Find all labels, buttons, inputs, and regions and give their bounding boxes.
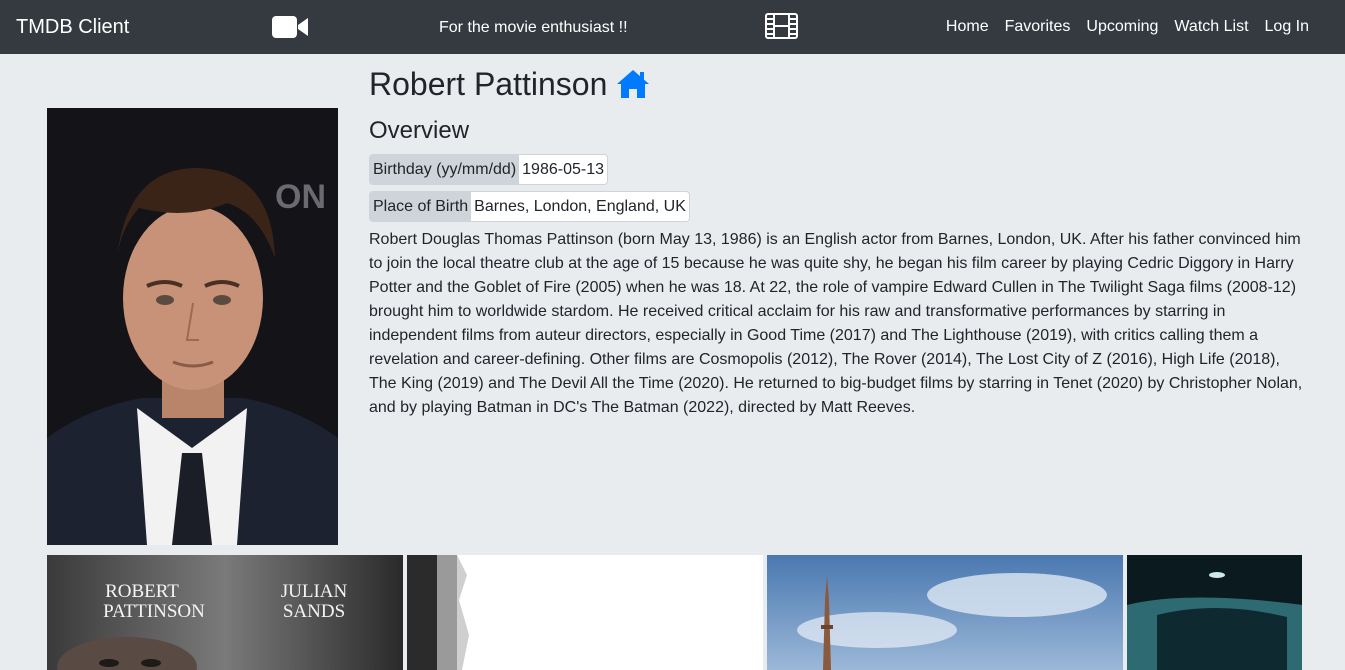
- poster-text-julian: JULIAN: [281, 581, 348, 602]
- person-photo: ON: [47, 108, 338, 545]
- nav-watch-list[interactable]: Watch List: [1174, 17, 1248, 37]
- overview-heading: Overview: [369, 117, 470, 144]
- movie-posters-strip: ROBERT PATTINSON JULIAN SANDS: [47, 555, 1302, 670]
- name-row: Robert Pattinson: [369, 64, 1304, 104]
- movie-poster[interactable]: [767, 555, 1123, 670]
- svg-text:ON: ON: [275, 178, 326, 216]
- poster-image: [767, 555, 1123, 670]
- video-camera-icon: [272, 16, 308, 38]
- nav-home[interactable]: Home: [946, 17, 989, 37]
- brand-title[interactable]: TMDB Client: [16, 15, 129, 39]
- biography-text: Robert Douglas Thomas Pattinson (born Ma…: [369, 231, 1303, 416]
- top-navbar: TMDB Client For the movie enthusiast !! …: [0, 0, 1345, 54]
- birthday-label: Birthday (yy/mm/dd): [370, 155, 520, 184]
- poster-text-robert: ROBERT: [105, 581, 179, 602]
- nav-links: Home Favorites Upcoming Watch List Log I…: [930, 17, 1309, 37]
- nav-favorites[interactable]: Favorites: [1005, 17, 1071, 37]
- tagline: For the movie enthusiast !!: [439, 19, 628, 36]
- poster-image: ROBERT PATTINSON JULIAN SANDS: [47, 555, 403, 670]
- birthday-value: 1986-05-13: [519, 155, 607, 184]
- nav-upcoming[interactable]: Upcoming: [1086, 17, 1158, 37]
- home-icon[interactable]: [615, 68, 651, 100]
- birthplace-label: Place of Birth: [370, 192, 472, 221]
- birthday-field: Birthday (yy/mm/dd) 1986-05-13: [369, 154, 608, 185]
- person-name: Robert Pattinson: [369, 66, 608, 102]
- nav-log-in[interactable]: Log In: [1265, 17, 1309, 37]
- birthplace-value: Barnes, London, England, UK: [471, 192, 689, 221]
- film-icon: [765, 13, 798, 39]
- birthplace-field: Place of Birth Barnes, London, England, …: [369, 191, 690, 222]
- movie-poster[interactable]: ROBERT PATTINSON JULIAN SANDS: [47, 555, 403, 670]
- portrait-image: ON: [47, 108, 338, 545]
- movie-poster[interactable]: [407, 555, 763, 670]
- poster-text-sands: SANDS: [283, 601, 345, 622]
- person-details: Robert Pattinson Overview Birthday (yy/m…: [369, 64, 1304, 420]
- movie-poster[interactable]: [1127, 555, 1302, 670]
- poster-text-pattinson: PATTINSON: [103, 601, 205, 622]
- poster-image: [1127, 555, 1302, 670]
- poster-image: [407, 555, 763, 670]
